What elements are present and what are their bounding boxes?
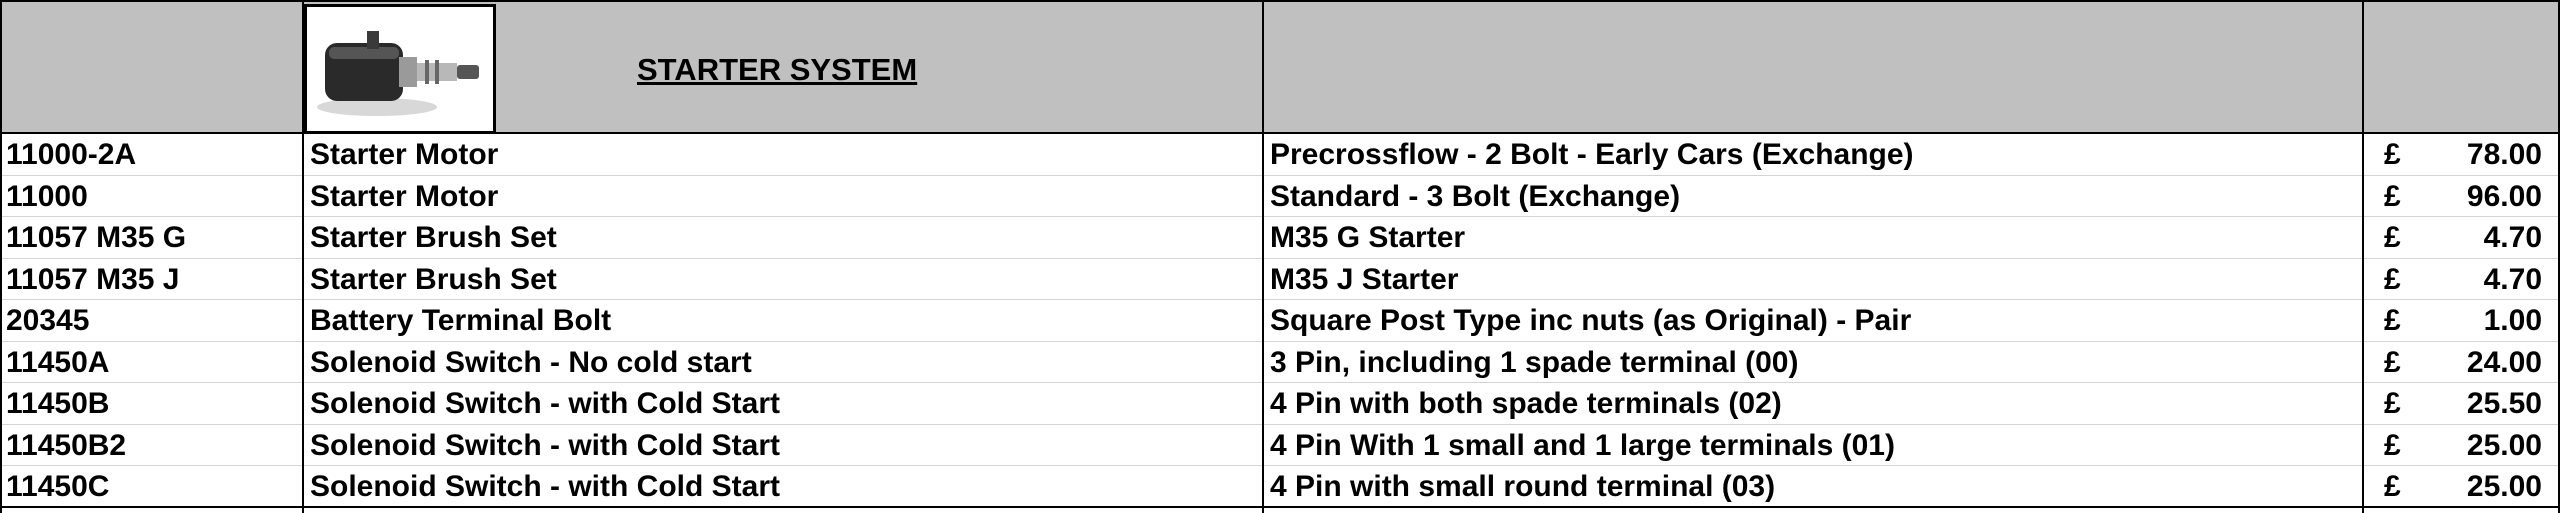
part-notes: 4 Pin with small round terminal (03) bbox=[1270, 470, 1776, 503]
part-price: 24.00 bbox=[2466, 345, 2542, 379]
part-number: 11450B2 bbox=[6, 428, 127, 462]
part-description: Solenoid Switch - with Cold Start bbox=[310, 470, 780, 503]
part-price: 25.00 bbox=[2466, 428, 2542, 462]
part-description: Solenoid Switch - with Cold Start bbox=[310, 387, 780, 420]
price-list-sheet: STARTER SYSTEM 11000-2A Starter Motor Pr… bbox=[0, 0, 2560, 513]
currency-symbol: £ bbox=[2384, 179, 2401, 213]
grid-line bbox=[1262, 0, 1264, 513]
part-price: 96.00 bbox=[2466, 179, 2542, 213]
part-price: 78.00 bbox=[2466, 138, 2542, 171]
part-notes: 3 Pin, including 1 spade terminal (00) bbox=[1270, 345, 1799, 379]
table-row: 11057 M35 J Starter Brush Set M35 J Star… bbox=[0, 259, 2560, 300]
table-row: 11450B Solenoid Switch - with Cold Start… bbox=[0, 383, 2560, 425]
section-header: STARTER SYSTEM bbox=[0, 0, 2560, 134]
currency-symbol: £ bbox=[2384, 470, 2401, 503]
currency-symbol: £ bbox=[2384, 345, 2401, 379]
grid-line bbox=[2362, 0, 2364, 513]
parts-table: 11000-2A Starter Motor Precrossflow - 2 … bbox=[0, 134, 2560, 508]
part-description: Starter Motor bbox=[310, 179, 499, 213]
part-price: 25.50 bbox=[2466, 387, 2542, 420]
table-row: 11000 Starter Motor Standard - 3 Bolt (E… bbox=[0, 176, 2560, 217]
part-number: 11057 M35 G bbox=[6, 221, 187, 254]
currency-symbol: £ bbox=[2384, 262, 2401, 296]
part-number: 11000 bbox=[6, 179, 88, 213]
part-description: Solenoid Switch - No cold start bbox=[310, 345, 752, 379]
part-notes: M35 J Starter bbox=[1270, 262, 1459, 296]
currency-symbol: £ bbox=[2384, 387, 2401, 420]
table-row: 20345 Battery Terminal Bolt Square Post … bbox=[0, 300, 2560, 342]
part-number: 11450A bbox=[6, 345, 110, 379]
currency-symbol: £ bbox=[2384, 304, 2401, 337]
part-number: 11057 M35 J bbox=[6, 262, 180, 296]
part-price: 25.00 bbox=[2466, 470, 2542, 503]
grid-line bbox=[302, 0, 304, 513]
part-description: Starter Brush Set bbox=[310, 221, 557, 254]
table-row: 11057 M35 G Starter Brush Set M35 G Star… bbox=[0, 217, 2560, 259]
table-row: 11450B2 Solenoid Switch - with Cold Star… bbox=[0, 425, 2560, 466]
part-price: 4.70 bbox=[2483, 221, 2542, 254]
currency-symbol: £ bbox=[2384, 138, 2401, 171]
part-notes: M35 G Starter bbox=[1270, 221, 1466, 254]
part-description: Starter Motor bbox=[310, 138, 499, 171]
part-price: 1.00 bbox=[2483, 304, 2542, 337]
part-notes: 4 Pin with both spade terminals (02) bbox=[1270, 387, 1782, 420]
part-notes: Standard - 3 Bolt (Exchange) bbox=[1270, 179, 1681, 213]
part-notes: 4 Pin With 1 small and 1 large terminals… bbox=[1270, 428, 1895, 462]
part-price: 4.70 bbox=[2483, 262, 2542, 296]
part-number: 20345 bbox=[6, 304, 90, 337]
part-number: 11000-2A bbox=[6, 138, 137, 171]
part-number: 11450C bbox=[6, 470, 110, 503]
part-notes: Square Post Type inc nuts (as Original) … bbox=[1270, 304, 1912, 337]
currency-symbol: £ bbox=[2384, 221, 2401, 254]
table-row: 11450C Solenoid Switch - with Cold Start… bbox=[0, 466, 2560, 508]
currency-symbol: £ bbox=[2384, 428, 2401, 462]
grid-line bbox=[0, 0, 2, 513]
table-row: 11000-2A Starter Motor Precrossflow - 2 … bbox=[0, 134, 2560, 176]
part-description: Battery Terminal Bolt bbox=[310, 304, 612, 337]
part-number: 11450B bbox=[6, 387, 110, 420]
table-row: 11450A Solenoid Switch - No cold start 3… bbox=[0, 342, 2560, 383]
part-description: Starter Brush Set bbox=[310, 262, 557, 296]
part-notes: Precrossflow - 2 Bolt - Early Cars (Exch… bbox=[1270, 138, 1914, 171]
part-description: Solenoid Switch - with Cold Start bbox=[310, 428, 780, 462]
starter-motor-photo bbox=[304, 4, 496, 134]
starter-motor-icon bbox=[317, 31, 479, 116]
page-title: STARTER SYSTEM bbox=[637, 52, 918, 87]
